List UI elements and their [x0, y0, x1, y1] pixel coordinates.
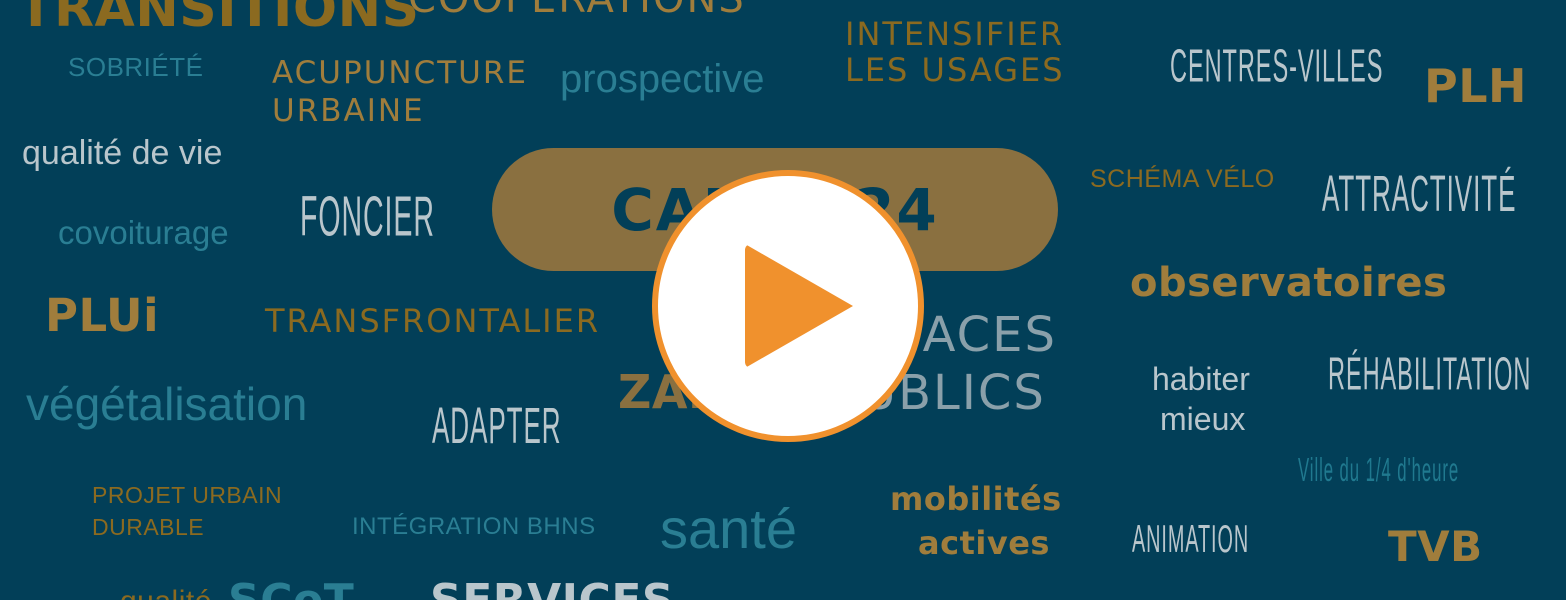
- word-cloud-term: LES USAGES: [845, 51, 1065, 89]
- word-cloud-term: mobilités: [890, 480, 1062, 518]
- word-cloud-term: PROJET URBAIN: [92, 482, 283, 508]
- word-cloud-term: TRANSITIONS: [18, 0, 420, 39]
- word-cloud-term: Ville du 1/4 d'heure: [1298, 451, 1460, 489]
- word-cloud-term: INTENSIFIER: [845, 15, 1065, 53]
- word-cloud-term: végétalisation: [26, 378, 308, 430]
- word-cloud-term: FONCIER: [300, 184, 435, 248]
- word-cloud-term: ANIMATION: [1132, 516, 1250, 561]
- video-thumbnail-canvas: TRANSITIONSCOOPÉRATIONS INTENSIFIERLES US…: [0, 0, 1566, 600]
- word-cloud-term: qualité de vie: [22, 134, 223, 172]
- word-cloud-term: PLH: [1424, 59, 1528, 113]
- word-cloud-term: SERVICES: [430, 577, 674, 600]
- word-cloud-term: INTÉGRATION BHNS: [352, 513, 596, 540]
- word-cloud-term: PLUi: [45, 289, 160, 342]
- word-cloud-term: URBAINE: [272, 93, 425, 129]
- word-cloud-term: prospective: [560, 57, 765, 101]
- word-cloud-term: SCHÉMA VÉLO: [1090, 165, 1275, 193]
- word-cloud-term: SOBRIÉTÉ: [68, 52, 204, 82]
- word-cloud-term: qualité: [120, 586, 212, 600]
- word-cloud-term: observatoires: [1130, 260, 1448, 306]
- word-cloud-term: ATTRACTIVITÉ: [1322, 164, 1517, 223]
- word-cloud-term: ADAPTER: [432, 396, 562, 455]
- word-cloud-term: COOPÉRATIONS: [408, 0, 746, 20]
- word-cloud-term: SCoT: [228, 577, 354, 600]
- word-cloud-term: habiter: [1152, 361, 1250, 397]
- word-cloud-term: actives: [918, 524, 1050, 562]
- word-cloud-term: covoiturage: [58, 214, 229, 251]
- word-cloud-term: RÉHABILITATION: [1328, 349, 1532, 401]
- play-button[interactable]: [652, 170, 924, 442]
- word-cloud-term: DURABLE: [92, 514, 205, 540]
- word-cloud-term: TRANSFRONTALIER: [265, 302, 601, 340]
- word-cloud-term: ACUPUNCTURE: [272, 55, 528, 91]
- word-cloud-term: CENTRES-VILLES: [1170, 41, 1384, 93]
- word-cloud-term: santé: [660, 497, 797, 560]
- word-cloud-term: mieux: [1160, 401, 1246, 437]
- word-cloud-term: TVB: [1388, 522, 1483, 571]
- play-triangle-icon: [745, 244, 853, 368]
